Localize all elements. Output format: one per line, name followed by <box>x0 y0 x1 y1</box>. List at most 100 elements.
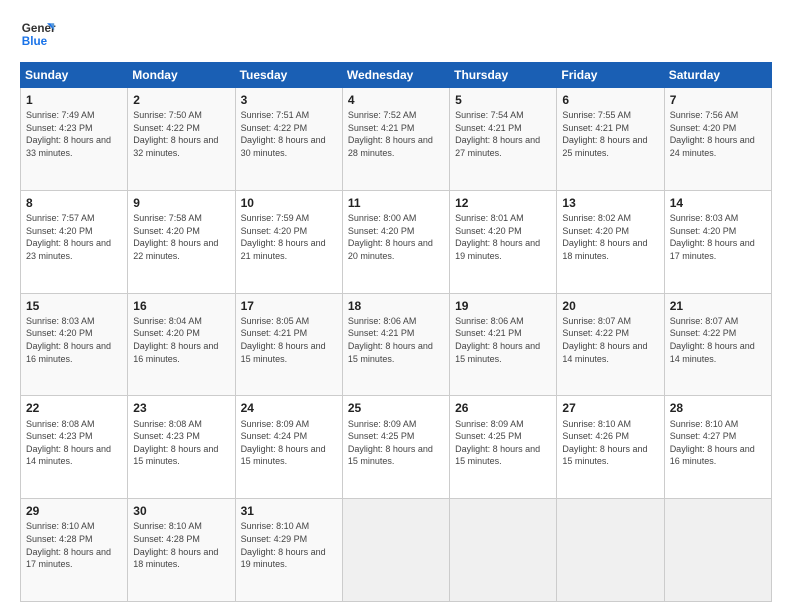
cell-info: Sunrise: 8:01 AMSunset: 4:20 PMDaylight:… <box>455 212 551 262</box>
cell-info: Sunrise: 7:59 AMSunset: 4:20 PMDaylight:… <box>241 212 337 262</box>
day-number: 7 <box>670 92 766 108</box>
day-number: 26 <box>455 400 551 416</box>
calendar-week-row: 22Sunrise: 8:08 AMSunset: 4:23 PMDayligh… <box>21 396 772 499</box>
calendar-cell: 27 Sunrise: 8:10 AMSunset: 4:26 PMDayligh… <box>557 396 664 499</box>
calendar-cell: 13Sunrise: 8:02 AMSunset: 4:20 PMDayligh… <box>557 190 664 293</box>
calendar-cell: 8Sunrise: 7:57 AMSunset: 4:20 PMDaylight… <box>21 190 128 293</box>
day-number: 25 <box>348 400 444 416</box>
cell-info: Sunrise: 8:07 AMSunset: 4:22 PMDaylight:… <box>562 315 658 365</box>
calendar-cell: 5Sunrise: 7:54 AMSunset: 4:21 PMDaylight… <box>450 88 557 191</box>
calendar-cell: 19Sunrise: 8:06 AMSunset: 4:21 PMDayligh… <box>450 293 557 396</box>
calendar-cell: 11Sunrise: 8:00 AMSunset: 4:20 PMDayligh… <box>342 190 449 293</box>
day-number: 17 <box>241 298 337 314</box>
calendar-cell: 17Sunrise: 8:05 AMSunset: 4:21 PMDayligh… <box>235 293 342 396</box>
calendar: SundayMondayTuesdayWednesdayThursdayFrid… <box>20 62 772 602</box>
day-number: 16 <box>133 298 229 314</box>
day-of-week-header: Monday <box>128 63 235 88</box>
cell-info: Sunrise: 8:07 AMSunset: 4:22 PMDaylight:… <box>670 315 766 365</box>
calendar-cell: 1Sunrise: 7:49 AMSunset: 4:23 PMDaylight… <box>21 88 128 191</box>
logo: General Blue <box>20 16 56 52</box>
calendar-cell: 29Sunrise: 8:10 AMSunset: 4:28 PMDayligh… <box>21 499 128 602</box>
calendar-cell: 20Sunrise: 8:07 AMSunset: 4:22 PMDayligh… <box>557 293 664 396</box>
calendar-cell: 22Sunrise: 8:08 AMSunset: 4:23 PMDayligh… <box>21 396 128 499</box>
cell-info: Sunrise: 8:09 AMSunset: 4:25 PMDaylight:… <box>348 418 444 468</box>
day-of-week-header: Thursday <box>450 63 557 88</box>
cell-info: Sunrise: 7:58 AMSunset: 4:20 PMDaylight:… <box>133 212 229 262</box>
calendar-cell: 23 Sunrise: 8:08 AMSunset: 4:23 PMDayligh… <box>128 396 235 499</box>
calendar-table: SundayMondayTuesdayWednesdayThursdayFrid… <box>20 62 772 602</box>
cell-info: Sunrise: 8:04 AMSunset: 4:20 PMDaylight:… <box>133 315 229 365</box>
day-number: 29 <box>26 503 122 519</box>
cell-info: Sunrise: 7:51 AMSunset: 4:22 PMDaylight:… <box>241 109 337 159</box>
calendar-cell: 9Sunrise: 7:58 AMSunset: 4:20 PMDaylight… <box>128 190 235 293</box>
day-number: 15 <box>26 298 122 314</box>
cell-info: Sunrise: 7:52 AMSunset: 4:21 PMDaylight:… <box>348 109 444 159</box>
day-number: 10 <box>241 195 337 211</box>
cell-info: Sunrise: 8:10 AMSunset: 4:28 PMDaylight:… <box>133 520 229 570</box>
cell-info: Sunrise: 8:10 AMSunset: 4:26 PMDaylight:… <box>562 418 658 468</box>
day-number: 21 <box>670 298 766 314</box>
calendar-cell: 7Sunrise: 7:56 AMSunset: 4:20 PMDaylight… <box>664 88 771 191</box>
calendar-cell: 2Sunrise: 7:50 AMSunset: 4:22 PMDaylight… <box>128 88 235 191</box>
cell-info: Sunrise: 8:06 AMSunset: 4:21 PMDaylight:… <box>348 315 444 365</box>
day-number: 3 <box>241 92 337 108</box>
calendar-cell <box>342 499 449 602</box>
day-number: 24 <box>241 400 337 416</box>
cell-info: Sunrise: 8:03 AMSunset: 4:20 PMDaylight:… <box>26 315 122 365</box>
cell-info: Sunrise: 7:49 AMSunset: 4:23 PMDaylight:… <box>26 109 122 159</box>
calendar-cell <box>664 499 771 602</box>
calendar-week-row: 8Sunrise: 7:57 AMSunset: 4:20 PMDaylight… <box>21 190 772 293</box>
calendar-cell: 15Sunrise: 8:03 AMSunset: 4:20 PMDayligh… <box>21 293 128 396</box>
calendar-cell: 16Sunrise: 8:04 AMSunset: 4:20 PMDayligh… <box>128 293 235 396</box>
cell-info: Sunrise: 8:08 AMSunset: 4:23 PMDaylight:… <box>133 418 229 468</box>
header: General Blue <box>20 16 772 52</box>
day-number: 9 <box>133 195 229 211</box>
cell-info: Sunrise: 7:57 AMSunset: 4:20 PMDaylight:… <box>26 212 122 262</box>
calendar-cell: 28 Sunrise: 8:10 AMSunset: 4:27 PMDayligh… <box>664 396 771 499</box>
day-number: 4 <box>348 92 444 108</box>
calendar-week-row: 29 Sunrise: 8:10 AMSunset: 4:28 PMDayligh… <box>21 499 772 602</box>
cell-info: Sunrise: 7:55 AMSunset: 4:21 PMDaylight:… <box>562 109 658 159</box>
day-number: 31 <box>241 503 337 519</box>
calendar-cell: 31Sunrise: 8:10 AMSunset: 4:29 PMDayligh… <box>235 499 342 602</box>
calendar-cell: 30Sunrise: 8:10 AMSunset: 4:28 PMDayligh… <box>128 499 235 602</box>
day-of-week-header: Saturday <box>664 63 771 88</box>
calendar-header-row: SundayMondayTuesdayWednesdayThursdayFrid… <box>21 63 772 88</box>
cell-info: Sunrise: 7:56 AMSunset: 4:20 PMDaylight:… <box>670 109 766 159</box>
day-number: 6 <box>562 92 658 108</box>
day-number: 13 <box>562 195 658 211</box>
calendar-cell: 6Sunrise: 7:55 AMSunset: 4:21 PMDaylight… <box>557 88 664 191</box>
calendar-cell: 4Sunrise: 7:52 AMSunset: 4:21 PMDaylight… <box>342 88 449 191</box>
svg-text:Blue: Blue <box>22 35 48 48</box>
day-number: 20 <box>562 298 658 314</box>
day-of-week-header: Tuesday <box>235 63 342 88</box>
cell-info: Sunrise: 8:08 AMSunset: 4:23 PMDaylight:… <box>26 418 122 468</box>
calendar-cell: 21Sunrise: 8:07 AMSunset: 4:22 PMDayligh… <box>664 293 771 396</box>
calendar-cell: 12Sunrise: 8:01 AMSunset: 4:20 PMDayligh… <box>450 190 557 293</box>
cell-info: Sunrise: 8:10 AMSunset: 4:29 PMDaylight:… <box>241 520 337 570</box>
day-number: 28 <box>670 400 766 416</box>
calendar-cell: 26Sunrise: 8:09 AMSunset: 4:25 PMDayligh… <box>450 396 557 499</box>
calendar-cell: 18Sunrise: 8:06 AMSunset: 4:21 PMDayligh… <box>342 293 449 396</box>
cell-info: Sunrise: 8:02 AMSunset: 4:20 PMDaylight:… <box>562 212 658 262</box>
day-of-week-header: Sunday <box>21 63 128 88</box>
day-number: 18 <box>348 298 444 314</box>
day-number: 30 <box>133 503 229 519</box>
day-number: 1 <box>26 92 122 108</box>
cell-info: Sunrise: 8:10 AMSunset: 4:27 PMDaylight:… <box>670 418 766 468</box>
logo-icon: General Blue <box>20 16 56 52</box>
day-number: 27 <box>562 400 658 416</box>
calendar-cell: 14Sunrise: 8:03 AMSunset: 4:20 PMDayligh… <box>664 190 771 293</box>
day-number: 11 <box>348 195 444 211</box>
calendar-week-row: 15Sunrise: 8:03 AMSunset: 4:20 PMDayligh… <box>21 293 772 396</box>
day-of-week-header: Wednesday <box>342 63 449 88</box>
day-number: 14 <box>670 195 766 211</box>
calendar-cell: 3Sunrise: 7:51 AMSunset: 4:22 PMDaylight… <box>235 88 342 191</box>
cell-info: Sunrise: 8:03 AMSunset: 4:20 PMDaylight:… <box>670 212 766 262</box>
day-number: 23 <box>133 400 229 416</box>
calendar-cell <box>450 499 557 602</box>
day-number: 2 <box>133 92 229 108</box>
calendar-cell <box>557 499 664 602</box>
cell-info: Sunrise: 8:06 AMSunset: 4:21 PMDaylight:… <box>455 315 551 365</box>
calendar-cell: 10Sunrise: 7:59 AMSunset: 4:20 PMDayligh… <box>235 190 342 293</box>
